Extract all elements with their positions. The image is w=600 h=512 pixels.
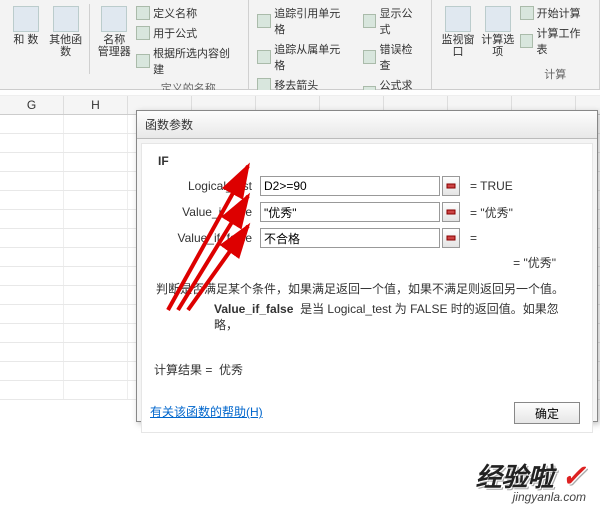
ribbon-group-calc: 监视窗口 计算选项 开始计算 计算工作表 计算 — [432, 0, 600, 89]
calculate-sheet-button[interactable]: 计算工作表 — [518, 24, 593, 58]
autosum-button[interactable]: 和 数 — [6, 4, 46, 48]
arg-input-value-if-false[interactable] — [260, 228, 440, 248]
watch-window-button[interactable]: 监视窗口 — [438, 4, 478, 60]
watermark: 经验啦 ✓ jingyanla.com — [476, 457, 586, 504]
name-manager-button[interactable]: 名称 管理器 — [94, 4, 134, 60]
collapse-dialog-icon[interactable] — [442, 228, 460, 248]
col-header-h[interactable]: H — [64, 96, 128, 114]
other-functions-button[interactable]: 其他函数 — [46, 4, 86, 60]
trace-precedents-button[interactable]: 追踪引用单元格 — [255, 4, 352, 38]
arg-input-logical-test[interactable] — [260, 176, 440, 196]
use-in-formula-button[interactable]: 用于公式 — [134, 24, 242, 42]
arg-eval-value-if-true: = "优秀" — [470, 204, 513, 221]
ok-button[interactable]: 确定 — [514, 402, 580, 424]
argument-description: Value_if_false 是当 Logical_test 为 FALSE 时… — [214, 301, 578, 333]
result-line: 计算结果 = 优秀 — [154, 361, 580, 378]
calculate-now-button[interactable]: 开始计算 — [518, 4, 593, 22]
create-from-selection-button[interactable]: 根据所选内容创建 — [134, 44, 242, 78]
arg-input-value-if-true[interactable] — [260, 202, 440, 222]
group-title-calc: 计算 — [518, 66, 593, 82]
calc-options-button[interactable]: 计算选项 — [478, 4, 518, 60]
error-checking-button[interactable]: 错误检查 — [361, 40, 426, 74]
define-name-button[interactable]: 定义名称 — [134, 4, 242, 22]
arg-eval-logical-test: = TRUE — [470, 179, 513, 193]
help-link[interactable]: 有关该函数的帮助(H) — [150, 403, 263, 420]
ribbon: 和 数 其他函数 名称 管理器 定义名称 用于公式 根据所选内容创建 定义的名称… — [0, 0, 600, 90]
collapse-dialog-icon[interactable] — [442, 202, 460, 222]
annotation-arrow-icon — [148, 140, 268, 320]
dialog-title: 函数参数 — [137, 111, 597, 139]
ribbon-group-names: 和 数 其他函数 名称 管理器 定义名称 用于公式 根据所选内容创建 定义的名称 — [0, 0, 249, 89]
collapse-dialog-icon[interactable] — [442, 176, 460, 196]
trace-dependents-button[interactable]: 追踪从属单元格 — [255, 40, 352, 74]
show-formulas-button[interactable]: 显示公式 — [361, 4, 426, 38]
arg-eval-value-if-false: = — [470, 231, 477, 245]
ribbon-group-audit: 追踪引用单元格 追踪从属单元格 移去箭头 显示公式 错误检查 公式求值 公式审核 — [249, 0, 432, 89]
check-icon: ✓ — [561, 460, 586, 493]
col-header-g[interactable]: G — [0, 96, 64, 114]
